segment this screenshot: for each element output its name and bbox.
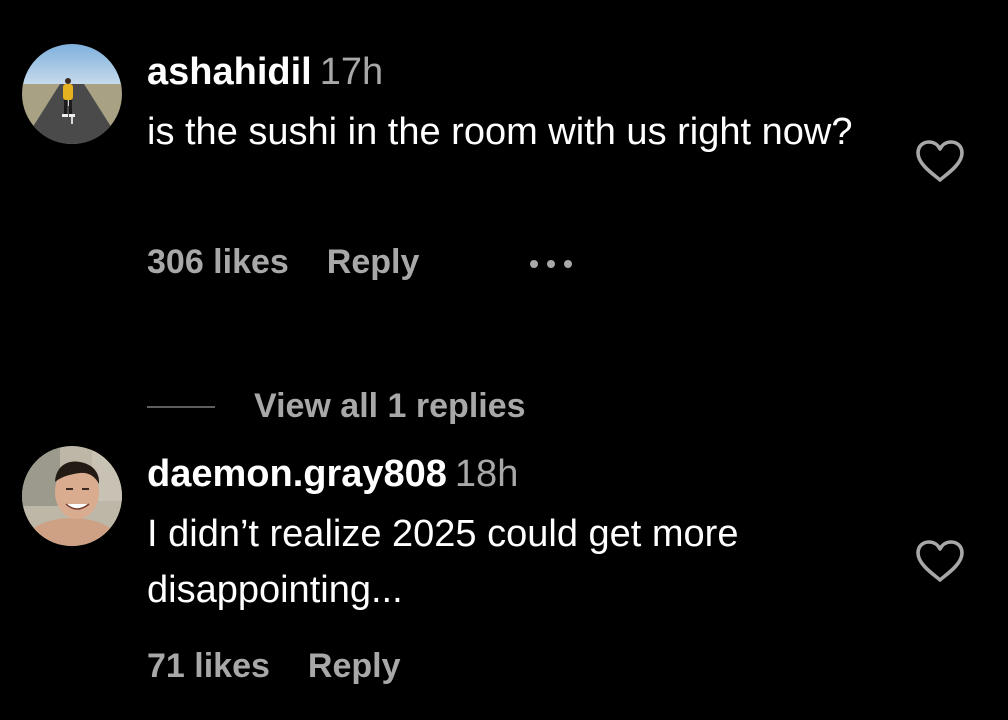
more-horizontal-icon[interactable] xyxy=(530,260,580,270)
timestamp: 18h xyxy=(454,453,519,495)
comments-screen: ashahidil 17h is the sushi in the room wi… xyxy=(0,0,1008,720)
avatar[interactable] xyxy=(22,44,122,144)
avatar-photo-road xyxy=(22,44,122,144)
avatar[interactable] xyxy=(22,446,122,546)
likes-count[interactable]: 71 likes xyxy=(147,646,270,686)
comment-text: is the sushi in the room with us right n… xyxy=(147,111,853,153)
replies-divider xyxy=(147,406,215,408)
like-button[interactable] xyxy=(914,538,966,584)
comment-actions: 306 likes Reply xyxy=(147,242,572,282)
comment-header: daemon.gray808 18h xyxy=(147,452,518,496)
username[interactable]: ashahidil xyxy=(147,51,312,93)
comment-actions: 71 likes Reply xyxy=(147,646,400,686)
timestamp: 17h xyxy=(319,51,384,93)
reply-button[interactable]: Reply xyxy=(327,242,420,282)
like-button[interactable] xyxy=(914,138,966,184)
view-replies-label: View all 1 replies xyxy=(254,387,526,425)
avatar-photo-selfie xyxy=(22,446,122,546)
likes-count[interactable]: 306 likes xyxy=(147,242,289,282)
comment-text: I didn’t realize 2025 could get more dis… xyxy=(147,513,739,611)
username[interactable]: daemon.gray808 xyxy=(147,453,447,495)
comment-header: ashahidil 17h xyxy=(147,50,383,94)
heart-outline-icon xyxy=(916,140,964,182)
reply-button[interactable]: Reply xyxy=(308,646,401,686)
heart-outline-icon xyxy=(916,540,964,582)
